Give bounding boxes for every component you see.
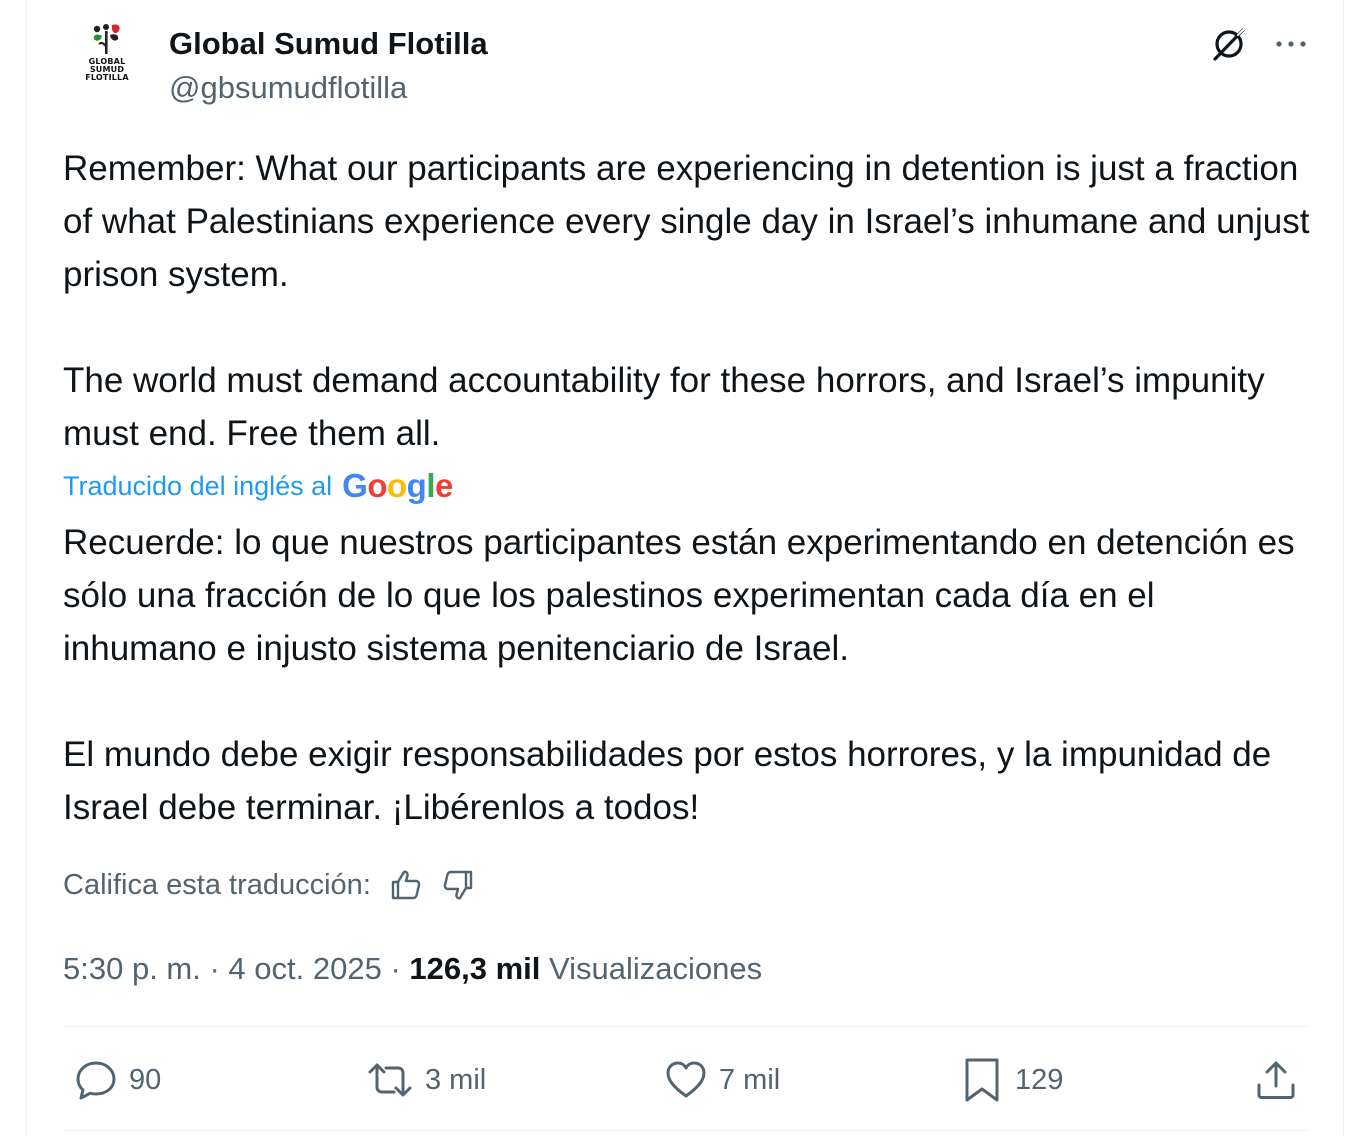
share-icon bbox=[1257, 1061, 1295, 1099]
google-logo-letter: l bbox=[426, 467, 436, 504]
like-count: 7 mil bbox=[719, 1063, 781, 1096]
avatar[interactable]: GLOBAL SUMUD FLOTILLA bbox=[63, 22, 151, 102]
google-logo-letter: G bbox=[342, 467, 368, 504]
tweet-time[interactable]: 5:30 p. m. bbox=[63, 951, 201, 987]
author-display-name[interactable]: Global Sumud Flotilla bbox=[169, 22, 488, 66]
more-horizontal-icon bbox=[1276, 41, 1306, 47]
reply-count: 90 bbox=[129, 1063, 162, 1096]
google-logo-letter: o bbox=[387, 467, 407, 504]
reply-button[interactable]: 90 bbox=[73, 1052, 161, 1108]
more-button[interactable] bbox=[1273, 26, 1309, 62]
tweet-header: GLOBAL SUMUD FLOTILLA Global Sumud Floti… bbox=[63, 22, 1309, 105]
action-bar: 90 3 mil 7 mil 129 bbox=[63, 1052, 1309, 1108]
avatar-logo-text: GLOBAL SUMUD FLOTILLA bbox=[85, 58, 129, 82]
translation-attribution: Traducido del inglés al Google bbox=[63, 464, 453, 508]
grok-button[interactable] bbox=[1209, 24, 1249, 64]
divider bbox=[63, 1026, 1309, 1027]
meta-separator: · bbox=[381, 951, 410, 986]
google-logo-letter: o bbox=[367, 467, 387, 504]
thumbs-up-button[interactable] bbox=[389, 868, 423, 902]
tweet-text: Remember: What our participants are expe… bbox=[63, 149, 1310, 453]
reply-icon bbox=[76, 1061, 116, 1100]
views-count: 126,3 mil bbox=[409, 951, 541, 986]
repost-icon bbox=[368, 1063, 412, 1097]
bookmark-icon bbox=[965, 1058, 999, 1102]
translated-from-link[interactable]: Traducido del inglés al bbox=[63, 471, 332, 502]
heart-icon bbox=[666, 1061, 706, 1098]
thumbs-down-icon bbox=[443, 870, 473, 900]
header-actions bbox=[1209, 22, 1309, 66]
repost-button[interactable]: 3 mil bbox=[365, 1052, 486, 1108]
meta-space bbox=[540, 951, 549, 987]
bookmark-count: 129 bbox=[1015, 1063, 1064, 1096]
google-logo-letter: e bbox=[435, 467, 453, 504]
author-handle[interactable]: @gbsumudflotilla bbox=[169, 66, 488, 110]
google-logo: Google bbox=[342, 464, 453, 508]
meta-separator: · bbox=[200, 951, 229, 986]
repost-count: 3 mil bbox=[425, 1063, 487, 1096]
author-names: Global Sumud Flotilla @gbsumudflotilla bbox=[169, 22, 488, 110]
thumbs-down-button[interactable] bbox=[441, 868, 475, 902]
tweet-card: GLOBAL SUMUD FLOTILLA Global Sumud Floti… bbox=[26, 0, 1344, 1136]
thumbs-up-icon bbox=[391, 870, 421, 900]
google-logo-letter: g bbox=[406, 467, 427, 504]
flotilla-logo-icon bbox=[93, 24, 120, 54]
logo-line-3: FLOTILLA bbox=[85, 73, 129, 82]
bottom-divider bbox=[63, 1130, 1309, 1131]
grok-icon bbox=[1213, 27, 1246, 61]
tweet-meta: 5:30 p. m. · 4 oct. 2025 · 126,3 mil Vis… bbox=[63, 946, 762, 992]
rate-translation-label: Califica esta traducción: bbox=[63, 868, 371, 901]
rate-translation: Califica esta traducción: bbox=[63, 862, 475, 908]
tweet-date[interactable]: 4 oct. 2025 bbox=[228, 951, 381, 987]
like-button[interactable]: 7 mil bbox=[663, 1052, 780, 1108]
bookmark-button[interactable]: 129 bbox=[959, 1052, 1063, 1108]
views-label: Visualizaciones bbox=[549, 951, 763, 986]
share-button[interactable] bbox=[1253, 1052, 1299, 1108]
tweet-translation: Recuerde: lo que nuestros participantes … bbox=[63, 523, 1295, 827]
